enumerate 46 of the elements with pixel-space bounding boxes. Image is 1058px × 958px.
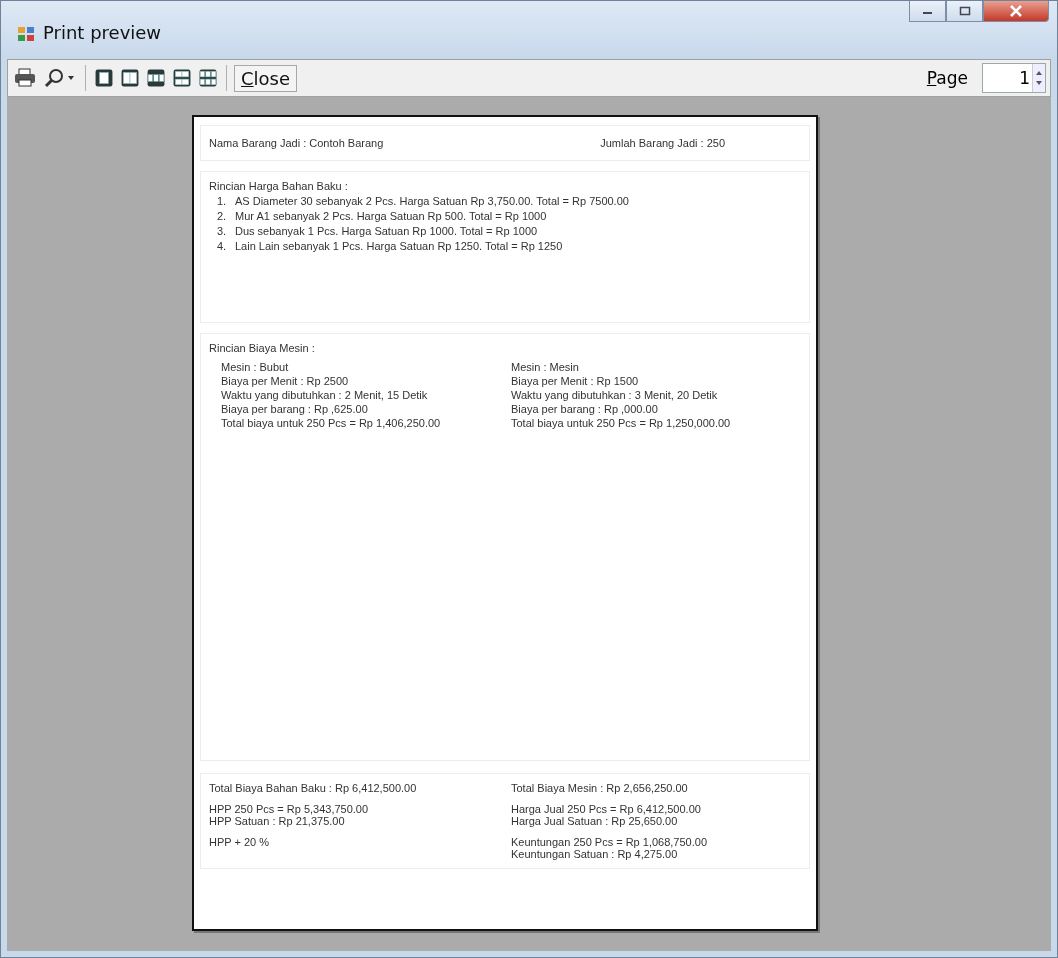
section-title: Rincian Biaya Mesin : xyxy=(209,342,316,354)
maximize-button[interactable] xyxy=(946,1,983,22)
machine-detail: Biaya per Menit : Rp 2500 xyxy=(221,375,350,387)
material-line: Dus sebanyak 1 Pcs. Harga Satuan Rp 1000. Total = Rp 1000 xyxy=(235,225,538,237)
page-label: Page xyxy=(926,68,968,88)
machine-detail: Biaya per Menit : Rp 1500 xyxy=(511,375,640,387)
summary-line: Keuntungan Satuan : Rp 4,275.00 xyxy=(511,848,679,860)
summary-line: HPP Satuan : Rp 21,375.00 xyxy=(209,815,346,827)
machine-detail: Mesin : Bubut xyxy=(221,361,290,373)
summary-line: Keuntungan 250 Pcs = Rp 1,068,750.00 xyxy=(511,836,709,848)
window-title: Print preview xyxy=(43,22,162,43)
four-pages-icon[interactable] xyxy=(171,67,193,89)
three-pages-icon[interactable] xyxy=(145,67,167,89)
material-line: Lain Lain sebanyak 1 Pcs. Harga Satuan Rp 1250. Total = Rp 1250 xyxy=(235,240,563,252)
close-button[interactable]: Close xyxy=(234,64,298,92)
six-pages-icon[interactable] xyxy=(197,67,219,89)
summary-line: HPP 250 Pcs = Rp 5,343,750.00 xyxy=(209,803,370,815)
material-line: Mur A1 sebanyak 2 Pcs. Harga Satuan Rp 500. Total = Rp 1000 xyxy=(235,210,547,222)
summary-line: Total Biaya Mesin : Rp 2,656,250.00 xyxy=(511,782,689,794)
one-page-icon[interactable] xyxy=(93,67,115,89)
printer-icon[interactable] xyxy=(12,66,38,90)
app-icon xyxy=(17,25,35,43)
page-spinner[interactable]: 1 xyxy=(982,63,1046,93)
machine-detail: Total biaya untuk 250 Pcs = Rp 1,406,250.00 xyxy=(221,417,442,429)
minimize-button[interactable] xyxy=(909,1,946,22)
machine-detail: Waktu yang dibutuhkan : 2 Menit, 15 Detik xyxy=(221,389,429,401)
section-title: Rincian Harga Bahan Baku : xyxy=(209,180,349,192)
summary-line: Total Biaya Bahan Baku : Rp 6,412,500.00 xyxy=(209,782,418,794)
maximize-icon xyxy=(958,6,971,16)
product-quantity: Jumlah Barang Jadi : 250 xyxy=(600,137,725,149)
machine-detail: Waktu yang dibutuhkan : 3 Menit, 20 Detik xyxy=(511,389,719,401)
machine-detail: Biaya per barang : Rp ,000.00 xyxy=(511,403,659,415)
list-number: 3. xyxy=(217,225,228,237)
list-number: 2. xyxy=(217,210,228,222)
list-number: 4. xyxy=(217,240,228,252)
material-line: AS Diameter 30 sebanyak 2 Pcs. Harga Satuan Rp 3,750.00. Total = Rp 7500.00 xyxy=(235,195,629,207)
machine-detail: Mesin : Mesin xyxy=(511,361,580,373)
summary-line: Harga Jual 250 Pcs = Rp 6,412,500.00 xyxy=(511,803,702,815)
machine-detail: Biaya per barang : Rp ,625.00 xyxy=(221,403,369,415)
two-pages-icon[interactable] xyxy=(119,67,141,89)
product-name: Nama Barang Jadi : Contoh Barang xyxy=(209,137,384,149)
machine-detail: Total biaya untuk 250 Pcs = Rp 1,250,000.00 xyxy=(511,417,732,429)
summary-line: HPP + 20 % xyxy=(209,836,271,848)
summary-line: Harga Jual Satuan : Rp 25,650.00 xyxy=(511,815,679,827)
close-icon[interactable] xyxy=(983,1,1049,22)
list-number: 1. xyxy=(217,195,228,207)
